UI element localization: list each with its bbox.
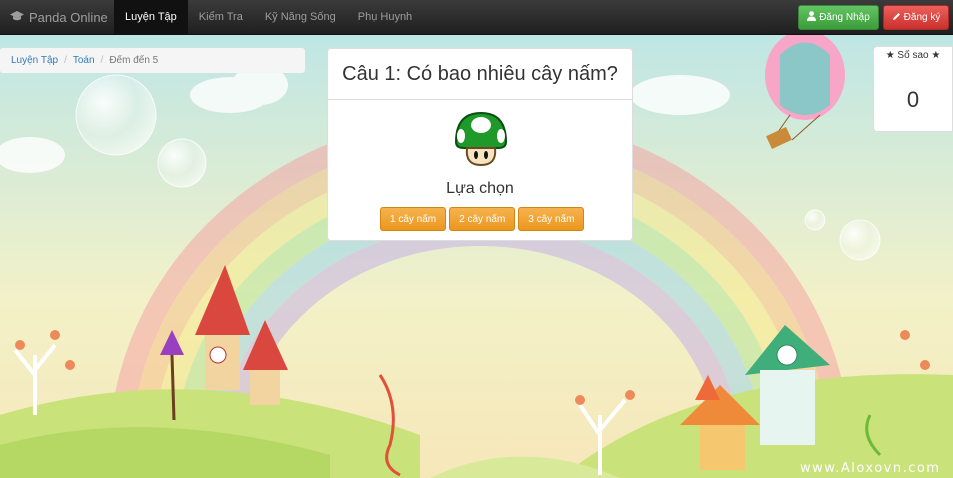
question-panel: Câu 1: Có bao nhiêu cây nấm? Lựa chọn 1 …: [327, 48, 633, 241]
login-label: Đăng Nhập: [819, 12, 870, 23]
question-title: Câu 1: Có bao nhiêu cây nấm?: [328, 49, 632, 100]
stars-label: ★ Số sao ★: [885, 50, 941, 61]
breadcrumb-toan[interactable]: Toán: [73, 55, 95, 66]
brand-name: Panda Online: [29, 10, 108, 25]
user-icon: [807, 11, 817, 24]
green-mushroom-icon: [452, 110, 510, 168]
register-button[interactable]: Đăng ký: [883, 5, 949, 30]
answer-2-button[interactable]: 2 cây nấm: [449, 207, 516, 231]
answer-1-button[interactable]: 1 cây nấm: [380, 207, 447, 231]
answer-options: 1 cây nấm 2 cây nấm 3 cây nấm: [380, 207, 585, 231]
stars-count: 0: [906, 87, 920, 112]
login-button[interactable]: Đăng Nhập: [798, 5, 879, 30]
answer-3-button[interactable]: 3 cây nấm: [518, 207, 585, 231]
stars-panel: ★ Số sao ★ 0: [873, 46, 953, 132]
nav-item-phu-huynh[interactable]: Phụ Huynh: [347, 0, 423, 35]
breadcrumb-luyen-tap[interactable]: Luyện Tập: [11, 55, 58, 66]
breadcrumb-separator: /: [100, 55, 104, 66]
register-label: Đăng ký: [903, 12, 941, 23]
brand-link[interactable]: Panda Online: [10, 0, 108, 35]
watermark: www.Aloxovn.com: [800, 461, 941, 476]
graduation-cap-icon: [10, 0, 24, 35]
pencil-icon: [892, 12, 901, 24]
breadcrumb-separator: /: [64, 55, 67, 66]
top-navbar: Panda Online Luyện Tập Kiểm Tra Kỹ Năng …: [0, 0, 953, 35]
breadcrumb-current: Đếm đến 5: [109, 55, 159, 66]
main-nav: Luyện Tập Kiểm Tra Kỹ Năng Sống Phụ Huyn…: [114, 0, 423, 35]
choose-label: Lựa chọn: [446, 180, 514, 197]
nav-item-kiem-tra[interactable]: Kiểm Tra: [188, 0, 254, 35]
nav-item-luyen-tap[interactable]: Luyện Tập: [114, 0, 188, 35]
breadcrumb: Luyện Tập / Toán / Đếm đến 5: [0, 48, 305, 73]
nav-item-ky-nang-song[interactable]: Kỹ Năng Sống: [254, 0, 347, 35]
